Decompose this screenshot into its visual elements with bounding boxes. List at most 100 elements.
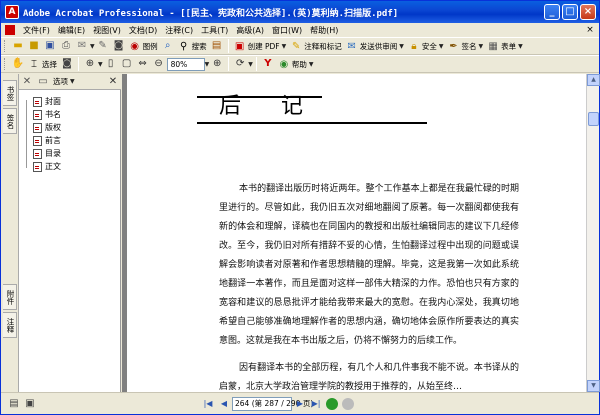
first-page-icon[interactable]: |◀ <box>201 397 215 411</box>
tab-attachments[interactable]: 附件 <box>3 284 17 310</box>
close-panel-icon[interactable]: ✕ <box>106 75 120 89</box>
menu-window[interactable]: 窗口(W) <box>268 25 306 36</box>
chevron-down-icon: ▼ <box>281 42 287 50</box>
sign-label: 签名 <box>461 41 477 51</box>
bookmark-cover[interactable]: 封面 <box>33 96 61 107</box>
form-button[interactable]: ▦ 表单 ▼ <box>487 40 522 52</box>
attach-icon[interactable]: ✎ <box>96 39 110 53</box>
help-icon: ◉ <box>279 58 289 70</box>
toolbar-separator <box>228 57 230 71</box>
toolbar-grip[interactable] <box>4 40 7 52</box>
chevron-down-icon: ▼ <box>399 42 404 50</box>
find-icon[interactable]: ⌕ <box>161 39 175 53</box>
bookmark-label: 目录 <box>45 149 61 158</box>
print-icon[interactable]: ⎙ <box>59 39 73 53</box>
menu-tools[interactable]: 工具(T) <box>197 25 232 36</box>
menu-help[interactable]: 帮助(H) <box>306 25 342 36</box>
pdf-page: 后记 本书的翻译出版历时将近两年。整个工作基本上都是在我最忙碌的时期里进行的。尽… <box>127 74 586 392</box>
create-pdf-button[interactable]: ▣ 创建 PDF ▼ <box>234 40 287 52</box>
snapshot-icon[interactable]: ◙ <box>60 57 74 71</box>
zoom-in-button[interactable]: ⊕ <box>210 57 224 71</box>
bookmark-title[interactable]: 书名 <box>33 109 61 120</box>
next-page-icon[interactable]: ▶ <box>293 397 307 411</box>
toolbar-grip[interactable] <box>4 58 7 70</box>
bookmark-icon <box>33 109 42 120</box>
search-button[interactable]: ⚲ 搜索 <box>178 40 207 52</box>
tab-bookmarks[interactable]: 书签 <box>3 80 17 106</box>
camera-icon[interactable]: ◙ <box>112 39 126 53</box>
toolbar-separator <box>227 39 229 53</box>
security-button[interactable]: 🔒︎ 安全 ▼ <box>408 40 443 52</box>
chevron-down-icon: ▼ <box>308 60 314 68</box>
comment-icon: ✎ <box>292 40 301 52</box>
delete-bookmark-icon[interactable]: ✕ <box>20 75 34 89</box>
yahoo-search-icon[interactable]: Y <box>261 57 275 71</box>
scroll-down-icon[interactable]: ▼ <box>587 380 600 392</box>
create-pdf-label: 创建 PDF <box>247 41 280 51</box>
maximize-button[interactable]: □ <box>562 4 578 20</box>
search-label: 搜索 <box>191 41 207 51</box>
bookmark-copyright[interactable]: 版权 <box>33 122 61 133</box>
zoom-out-button[interactable]: ⊖ <box>152 57 166 71</box>
actual-size-icon[interactable]: ▯ <box>104 57 118 71</box>
zoom-in-icon[interactable]: ⊕ <box>83 57 97 71</box>
document-close-button[interactable]: × <box>585 25 595 35</box>
toolbar-separator <box>255 57 257 71</box>
zoom-level-field[interactable]: 80% <box>166 57 205 71</box>
print-legend-button[interactable]: ◉ 图例 <box>129 40 157 52</box>
tab-signatures[interactable]: 签名 <box>3 108 17 134</box>
help-button[interactable]: ◉ 帮助 ▼ <box>278 58 314 70</box>
document-icon[interactable] <box>5 25 15 35</box>
acrobat-app-icon[interactable]: A <box>5 5 19 19</box>
save-icon[interactable]: ▣ <box>43 39 57 53</box>
minimize-button[interactable]: _ <box>544 4 560 20</box>
fit-page-icon[interactable]: ▢ <box>120 57 134 71</box>
menu-file[interactable]: 文件(F) <box>19 25 54 36</box>
new-bookmark-icon[interactable]: ▭ <box>36 75 50 89</box>
tab-comments[interactable]: 注释 <box>3 312 17 338</box>
form-icon: ▦ <box>488 40 498 52</box>
bookmark-icon <box>33 122 42 133</box>
document-properties-icon[interactable]: ▣ <box>23 397 37 411</box>
binoculars-icon: ⚲ <box>179 40 188 52</box>
close-button[interactable]: × <box>580 4 596 20</box>
select-tool-button[interactable]: ⌶ 选择 <box>28 58 57 70</box>
sign-button[interactable]: ✒ 签名 ▼ <box>448 40 483 52</box>
last-page-icon[interactable]: ▶| <box>309 397 323 411</box>
email-icon[interactable]: ✉ <box>75 39 89 53</box>
menu-view[interactable]: 视图(V) <box>89 25 125 36</box>
fit-width-icon[interactable]: ⇔ <box>136 57 150 71</box>
vertical-scrollbar[interactable]: ▲ ▼ <box>586 74 600 392</box>
organizer-icon[interactable]: ▤ <box>210 39 224 53</box>
previous-view-icon[interactable] <box>326 397 338 410</box>
hand-tool-icon[interactable]: ✋ <box>11 57 25 71</box>
bookmark-label: 前言 <box>45 136 61 145</box>
page-layout-icon[interactable]: ▤ <box>7 397 21 411</box>
scroll-up-icon[interactable]: ▲ <box>587 74 600 86</box>
comment-markup-button[interactable]: ✎ 注释和标记 <box>290 40 342 52</box>
menu-document[interactable]: 文档(D) <box>125 25 161 36</box>
previous-page-icon[interactable]: ◀ <box>217 397 231 411</box>
chevron-down-icon[interactable]: ▼ <box>248 61 253 68</box>
bookmark-preface[interactable]: 前言 <box>33 135 61 146</box>
help-label: 帮助 <box>291 59 307 69</box>
bookmark-main-text[interactable]: 正文 <box>33 161 61 172</box>
open-file-icon[interactable]: ■ <box>27 39 41 53</box>
menu-comments[interactable]: 注释(C) <box>161 25 197 36</box>
open-folder-icon[interactable]: ▬ <box>11 39 25 53</box>
chevron-down-icon[interactable]: ▼ <box>205 61 210 68</box>
next-view-icon[interactable] <box>342 397 354 410</box>
rotate-icon[interactable]: ⟳ <box>233 57 247 71</box>
send-review-button[interactable]: ✉ 发送供审阅 ▼ <box>346 40 404 52</box>
options-button[interactable]: 选项 ▼ <box>53 76 75 87</box>
menu-edit[interactable]: 编辑(E) <box>54 25 89 36</box>
page-number-field[interactable]: 264 (第 287 / 290 页) <box>232 396 313 411</box>
bookmark-contents[interactable]: 目录 <box>33 148 61 159</box>
document-viewport[interactable]: 后记 本书的翻译出版历时将近两年。整个工作基本上都是在我最忙碌的时期里进行的。尽… <box>122 74 586 392</box>
scroll-thumb[interactable] <box>588 112 599 126</box>
menu-advanced[interactable]: 高级(A) <box>232 25 268 36</box>
app-window: A Adobe Acrobat Professional - [[民主、宪政和公… <box>0 0 600 415</box>
chevron-down-icon[interactable]: ▼ <box>98 61 103 68</box>
main-toolbar: ▬ ■ ▣ ⎙ ✉ ▼ ✎ ◙ ◉ 图例 ⌕ ⚲ 搜索 ▤ ▣ 创建 PDF ▼ ✎ 注释… <box>1 37 599 55</box>
chevron-down-icon[interactable]: ▼ <box>90 43 95 50</box>
